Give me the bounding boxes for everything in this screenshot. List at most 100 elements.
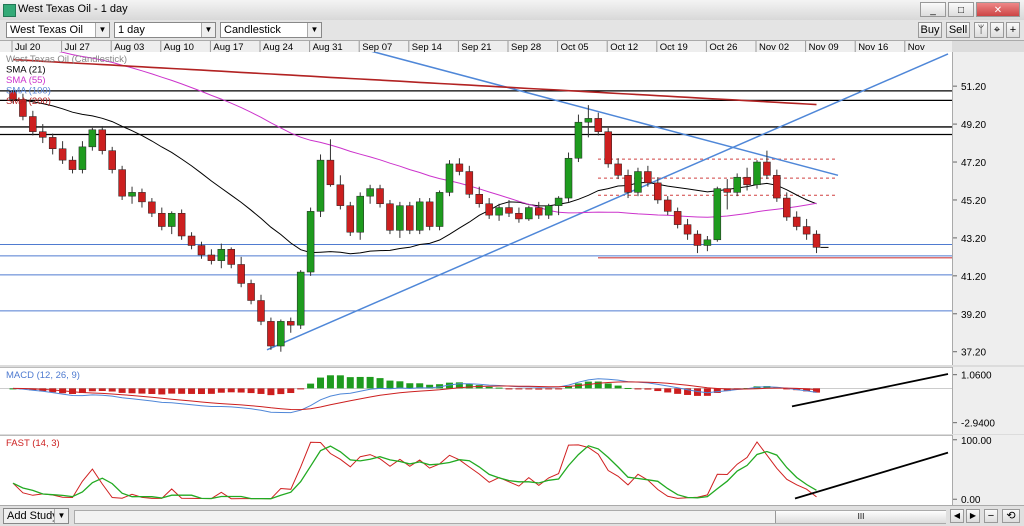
candle-body xyxy=(564,157,573,199)
window-titlebar: West Texas Oil - 1 day _ □ ✕ xyxy=(0,0,1024,21)
chevron-down-icon: ▼ xyxy=(54,509,68,523)
minimize-button[interactable]: _ xyxy=(920,2,946,17)
macd-histogram-bar xyxy=(267,388,275,396)
app-icon xyxy=(3,4,16,17)
macd-axis: 1.0600 -2.9400 xyxy=(952,367,1024,434)
macd-histogram-bar xyxy=(555,388,563,390)
price-tick-label: 39.20 xyxy=(961,310,986,321)
candle-body xyxy=(346,205,355,233)
date-axis-labels: Jul 20 Jul 27 Aug 03 Aug 10 Aug 17 Aug 24 Aug … xyxy=(11,41,925,52)
date-tick-label: Sep 28 xyxy=(511,42,541,52)
macd-histogram-bar xyxy=(287,388,295,394)
sell-button[interactable]: Sell xyxy=(946,22,970,38)
price-panel[interactable]: West Texas Oil (Candlestick) SMA (21) SMA … xyxy=(0,43,952,365)
macd-histogram-bar xyxy=(624,387,632,389)
add-study-button[interactable]: Add Study ▼ xyxy=(3,508,69,524)
scroll-grip: III xyxy=(857,512,865,521)
date-tick-label: Aug 31 xyxy=(313,42,343,52)
window-title: West Texas Oil - 1 day xyxy=(18,3,128,15)
chart-toolbar: West Texas Oil ▼ 1 day ▼ Candlestick ▼ B… xyxy=(0,20,1024,41)
candle-body xyxy=(366,188,374,197)
macd-histogram-bar xyxy=(326,375,334,389)
candle-body xyxy=(167,212,176,227)
macd-histogram-bar xyxy=(257,388,265,394)
date-tick-label: Nov 02 xyxy=(759,42,789,52)
date-tick-label: Nov xyxy=(908,42,925,52)
zoom-out-icon[interactable]: − xyxy=(984,509,998,523)
close-button[interactable]: ✕ xyxy=(976,2,1020,17)
candle-body xyxy=(435,192,444,227)
maximize-button[interactable]: □ xyxy=(948,2,974,17)
fast-stochastic-panel[interactable]: FAST (14, 3) xyxy=(0,435,952,505)
candle-body xyxy=(316,159,325,212)
candle-body xyxy=(296,271,305,326)
macd-histogram-bar xyxy=(396,381,404,389)
candle-body xyxy=(78,146,87,170)
date-tick-label: Sep 14 xyxy=(412,42,442,52)
timeframe-select[interactable]: 1 day ▼ xyxy=(114,22,216,38)
fast-stochastic-axis: 100.00 0.00 xyxy=(952,435,1024,506)
date-tick-label: Aug 03 xyxy=(114,42,144,52)
stochastic-tick-label: 100.00 xyxy=(961,436,992,447)
fast-stochastic-chart[interactable]: FAST (14, 3) xyxy=(0,436,952,505)
macd-histogram-bar xyxy=(346,377,354,389)
price-chart[interactable]: West Texas Oil (Candlestick)SMA (21)SMA … xyxy=(0,43,952,365)
reset-icon[interactable]: ⟲ xyxy=(1002,509,1020,523)
macd-histogram-bar xyxy=(604,383,612,389)
candle-body xyxy=(237,264,245,284)
chart-type-select[interactable]: Candlestick ▼ xyxy=(220,22,322,38)
candle-body xyxy=(465,171,474,195)
price-tick-label: 41.20 xyxy=(961,272,986,283)
candle-body xyxy=(98,129,107,151)
macd-chart[interactable]: MACD (12, 26, 9) xyxy=(0,368,952,434)
candle-body xyxy=(39,131,47,138)
candle-body xyxy=(783,197,791,218)
chevron-down-icon: ▼ xyxy=(307,23,321,37)
candle-body xyxy=(277,321,285,347)
macd-histogram-bar xyxy=(505,388,513,390)
candle-body xyxy=(654,182,662,201)
candle-body xyxy=(187,235,196,246)
candle-body xyxy=(515,212,523,220)
buy-button[interactable]: Buy xyxy=(918,22,942,38)
candle-body xyxy=(495,207,503,216)
date-tick-label: Aug 24 xyxy=(263,42,293,52)
candle-body xyxy=(614,163,622,176)
zoom-in-icon[interactable]: + xyxy=(1006,22,1020,38)
scroll-right-icon[interactable]: ▶ xyxy=(966,509,980,523)
candle-body xyxy=(544,205,553,216)
date-tick-label: Jul 20 xyxy=(15,42,40,52)
macd-histogram-bar xyxy=(525,388,533,390)
candle-body xyxy=(792,216,801,227)
chart-settings-icon[interactable]: ᛘ xyxy=(974,22,988,38)
candle-body xyxy=(386,203,394,231)
macd-panel[interactable]: MACD (12, 26, 9) xyxy=(0,367,952,434)
date-tick-label: Nov 16 xyxy=(858,42,888,52)
candle-body xyxy=(177,212,186,237)
macd-histogram-bar xyxy=(217,388,225,393)
macd-histogram-bar xyxy=(247,388,255,394)
candle-body xyxy=(554,197,563,206)
crosshair-icon[interactable]: ⌖ xyxy=(990,22,1004,38)
macd-histogram-bar xyxy=(88,388,96,392)
macd-histogram-bar xyxy=(108,388,116,392)
macd-histogram-bar xyxy=(277,388,285,395)
legend-item: SMA (21) xyxy=(6,65,46,76)
candle-body xyxy=(217,249,226,261)
macd-histogram-bar xyxy=(376,378,384,389)
chart-scrollbar[interactable]: III xyxy=(74,510,946,524)
chevron-down-icon: ▼ xyxy=(95,23,109,37)
scroll-left-icon[interactable]: ◀ xyxy=(950,509,964,523)
macd-histogram-bar xyxy=(336,375,344,389)
macd-histogram-bar xyxy=(138,388,146,394)
scrollbar-thumb[interactable]: III xyxy=(775,511,946,523)
date-tick-label: Oct 05 xyxy=(561,42,589,52)
stochastic-k-line xyxy=(12,441,817,500)
candle-body xyxy=(306,211,315,273)
candle-body xyxy=(525,207,533,220)
instrument-select[interactable]: West Texas Oil ▼ xyxy=(6,22,110,38)
macd-histogram-bar xyxy=(545,388,553,390)
candle-body xyxy=(445,163,454,193)
macd-histogram-bar xyxy=(614,385,622,389)
candle-body xyxy=(158,212,166,227)
